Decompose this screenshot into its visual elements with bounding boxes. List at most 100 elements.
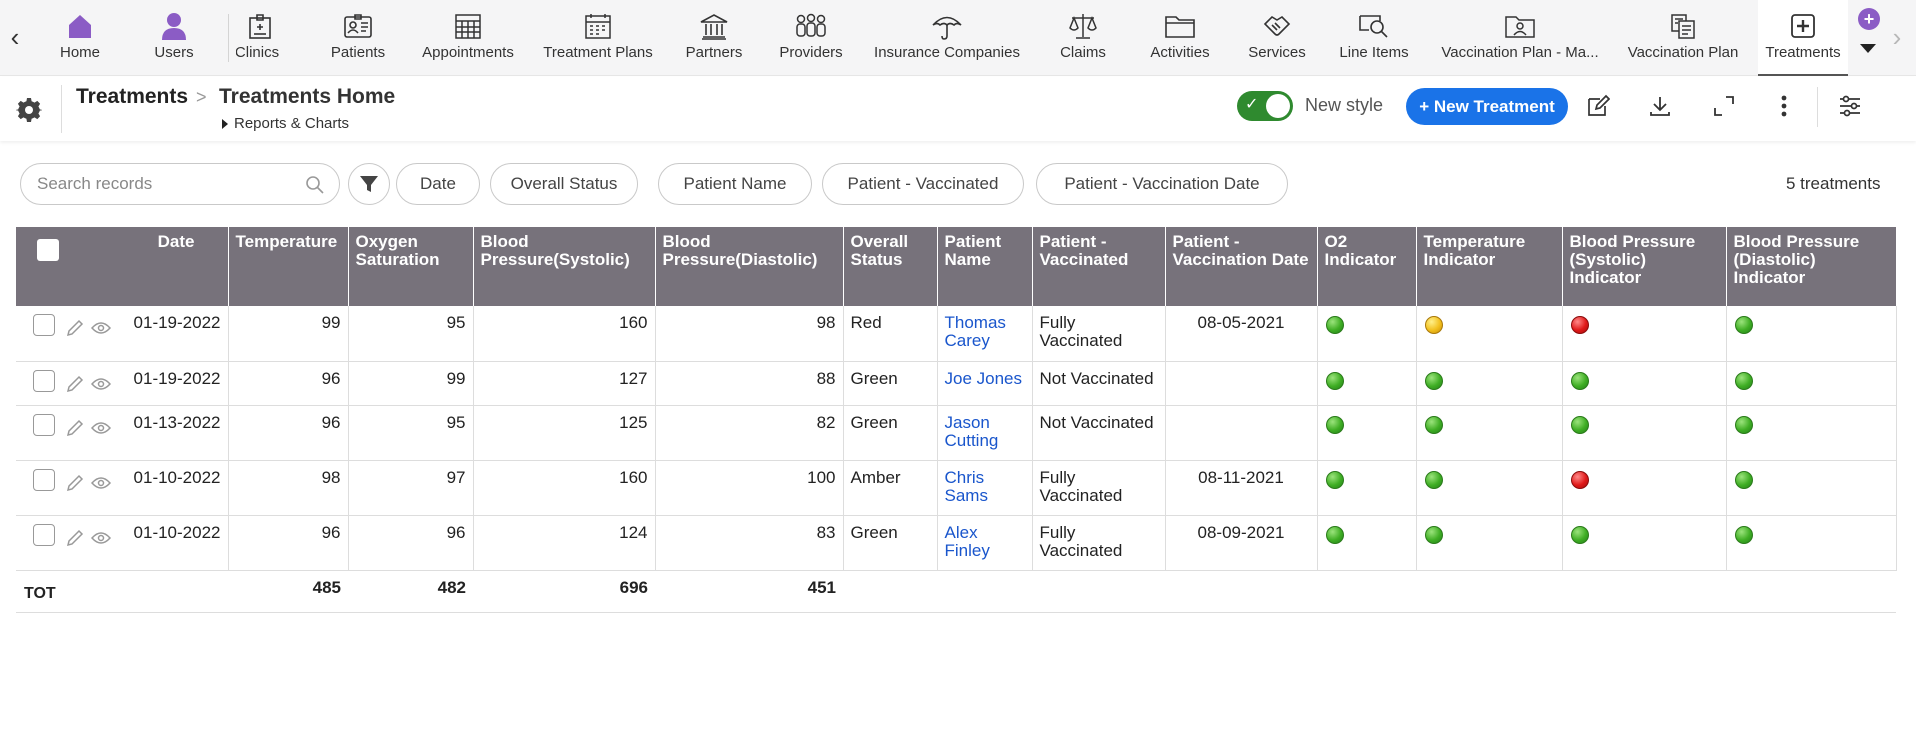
nav-scroll-left-icon[interactable]: ‹ bbox=[4, 22, 26, 52]
filter-chip-patient-name[interactable]: Patient Name bbox=[658, 163, 812, 205]
table-row[interactable]: 01-10-2022 98 97 160 100 Amber Chris Sam… bbox=[16, 460, 1897, 516]
eye-icon[interactable] bbox=[91, 374, 111, 394]
column-header-temperature[interactable]: Temperature bbox=[228, 227, 349, 306]
folder-person-icon bbox=[1503, 10, 1537, 42]
nav-item-treatment-plans[interactable]: Treatment Plans bbox=[542, 0, 654, 76]
nav-item-appointments[interactable]: Appointments bbox=[416, 0, 520, 76]
oxygen-cell: 95 bbox=[348, 405, 474, 461]
breadcrumb-root[interactable]: Treatments bbox=[76, 85, 188, 109]
status-cell: Green bbox=[843, 361, 938, 406]
row-checkbox[interactable] bbox=[33, 523, 55, 546]
patient-link[interactable]: Alex Finley bbox=[937, 515, 1033, 571]
filter-button[interactable] bbox=[348, 163, 390, 205]
column-header-bp-diastolic[interactable]: Blood Pressure(Diastolic) bbox=[655, 227, 844, 306]
green-status-dot-icon bbox=[1325, 525, 1344, 544]
select-all-checkbox[interactable] bbox=[37, 239, 59, 261]
nav-scroll-right-icon[interactable]: › bbox=[1886, 22, 1908, 52]
filter-chip-vaccination-date[interactable]: Patient - Vaccination Date bbox=[1036, 163, 1288, 205]
nav-item-line-items[interactable]: Line Items bbox=[1338, 0, 1410, 76]
row-checkbox[interactable] bbox=[33, 314, 55, 336]
nav-item-activities[interactable]: Activities bbox=[1142, 0, 1218, 76]
oxygen-cell: 96 bbox=[348, 515, 474, 571]
pencil-icon[interactable] bbox=[65, 528, 85, 548]
row-checkbox[interactable] bbox=[33, 468, 55, 491]
patient-link[interactable]: Jason Cutting bbox=[937, 405, 1033, 461]
column-header-date[interactable]: Date bbox=[16, 227, 229, 306]
filter-chip-patient-vaccinated[interactable]: Patient - Vaccinated bbox=[822, 163, 1024, 205]
filter-chip-date[interactable]: Date bbox=[396, 163, 480, 205]
gear-icon[interactable] bbox=[15, 97, 43, 123]
column-header-o2-indicator[interactable]: O2 Indicator bbox=[1317, 227, 1417, 306]
add-tab-icon[interactable]: + bbox=[1858, 8, 1880, 30]
column-header-oxygen-saturation[interactable]: Oxygen Saturation bbox=[348, 227, 474, 306]
patient-link[interactable]: Thomas Carey bbox=[937, 306, 1033, 362]
home-icon bbox=[63, 10, 97, 42]
nav-item-partners[interactable]: Partners bbox=[686, 0, 742, 76]
breadcrumb-separator: > bbox=[196, 87, 207, 107]
nav-item-claims[interactable]: Claims bbox=[1058, 0, 1108, 76]
nav-item-vaccination-plan[interactable]: Vaccination Plan bbox=[1624, 0, 1742, 76]
nav-item-home[interactable]: Home bbox=[52, 0, 108, 76]
row-checkbox[interactable] bbox=[33, 369, 55, 392]
table-row[interactable]: 01-19-2022 96 99 127 88 Green Joe Jones … bbox=[16, 361, 1897, 406]
patient-link[interactable]: Chris Sams bbox=[937, 460, 1033, 516]
pencil-icon[interactable] bbox=[65, 374, 85, 394]
check-icon: ✓ bbox=[1245, 96, 1259, 113]
green-status-dot-icon bbox=[1325, 415, 1344, 434]
green-status-dot-icon bbox=[1424, 470, 1443, 489]
red-status-dot-icon bbox=[1570, 470, 1589, 489]
edit-layout-icon[interactable] bbox=[1584, 92, 1612, 120]
search-input[interactable] bbox=[37, 173, 297, 195]
table-row[interactable]: 01-10-2022 96 96 124 83 Green Alex Finle… bbox=[16, 515, 1897, 571]
o2-indicator-cell bbox=[1317, 460, 1417, 516]
status-cell: Red bbox=[843, 306, 938, 362]
column-header-vaccination-date[interactable]: Patient - Vaccination Date bbox=[1165, 227, 1318, 306]
column-header-overall-status[interactable]: Overall Status bbox=[843, 227, 938, 306]
eye-icon[interactable] bbox=[91, 418, 111, 438]
pencil-icon[interactable] bbox=[65, 473, 85, 493]
more-options-icon[interactable] bbox=[1770, 92, 1798, 120]
column-header-patient-vaccinated[interactable]: Patient - Vaccinated bbox=[1032, 227, 1166, 306]
column-header-bp-diastolic-indicator[interactable]: Blood Pressure (Diastolic) Indicator bbox=[1726, 227, 1897, 306]
eye-icon[interactable] bbox=[91, 473, 111, 493]
new-treatment-button[interactable]: + New Treatment bbox=[1406, 88, 1568, 125]
nav-item-providers[interactable]: Providers bbox=[776, 0, 846, 76]
search-doc-icon bbox=[1357, 10, 1391, 42]
page-title: Treatments Home bbox=[219, 85, 396, 108]
nav-item-users[interactable]: Users bbox=[148, 0, 200, 76]
temperature-cell: 96 bbox=[228, 405, 349, 461]
nav-item-treatments[interactable]: Treatments bbox=[1758, 0, 1848, 76]
column-header-patient-name[interactable]: Patient Name bbox=[937, 227, 1033, 306]
row-checkbox[interactable] bbox=[33, 413, 55, 436]
patient-link[interactable]: Joe Jones bbox=[937, 361, 1033, 406]
nav-item-clinics[interactable]: Clinics bbox=[236, 0, 284, 76]
eye-icon[interactable] bbox=[91, 528, 111, 548]
pencil-icon[interactable] bbox=[65, 318, 85, 338]
nav-item-services[interactable]: Services bbox=[1244, 0, 1310, 76]
pencil-icon[interactable] bbox=[65, 418, 85, 438]
nav-item-insurance-companies[interactable]: Insurance Companies bbox=[872, 0, 1022, 76]
search-icon[interactable] bbox=[305, 175, 325, 195]
expand-icon[interactable] bbox=[1710, 92, 1738, 120]
filter-chip-overall-status[interactable]: Overall Status bbox=[490, 163, 638, 205]
reports-charts-toggle[interactable]: Reports & Charts bbox=[222, 115, 349, 132]
nav-item-vaccination-plan-ma[interactable]: Vaccination Plan - Ma... bbox=[1436, 0, 1604, 76]
empty-cell bbox=[1562, 570, 1726, 613]
more-tabs-chevron-icon[interactable] bbox=[1860, 44, 1876, 53]
table-row[interactable]: 01-13-2022 96 95 125 82 Green Jason Cutt… bbox=[16, 405, 1897, 461]
eye-icon[interactable] bbox=[91, 318, 111, 338]
green-status-dot-icon bbox=[1570, 415, 1589, 434]
nav-item-patients[interactable]: Patients bbox=[324, 0, 392, 76]
table-row[interactable]: 01-19-2022 99 95 160 98 Red Thomas Carey… bbox=[16, 306, 1897, 362]
column-header-temperature-indicator[interactable]: Temperature Indicator bbox=[1416, 227, 1563, 306]
sliders-settings-icon[interactable] bbox=[1836, 92, 1864, 120]
column-header-bp-systolic-indicator[interactable]: Blood Pressure (Systolic) Indicator bbox=[1562, 227, 1727, 306]
new-style-toggle[interactable]: ✓ bbox=[1237, 91, 1293, 121]
vaccination-date-cell: 08-05-2021 bbox=[1165, 306, 1318, 362]
scales-icon bbox=[1066, 10, 1100, 42]
column-header-bp-systolic[interactable]: Blood Pressure(Systolic) bbox=[473, 227, 656, 306]
download-icon[interactable] bbox=[1646, 92, 1674, 120]
people-icon bbox=[794, 10, 828, 42]
user-icon bbox=[157, 10, 191, 42]
temperature-cell: 96 bbox=[228, 515, 349, 571]
